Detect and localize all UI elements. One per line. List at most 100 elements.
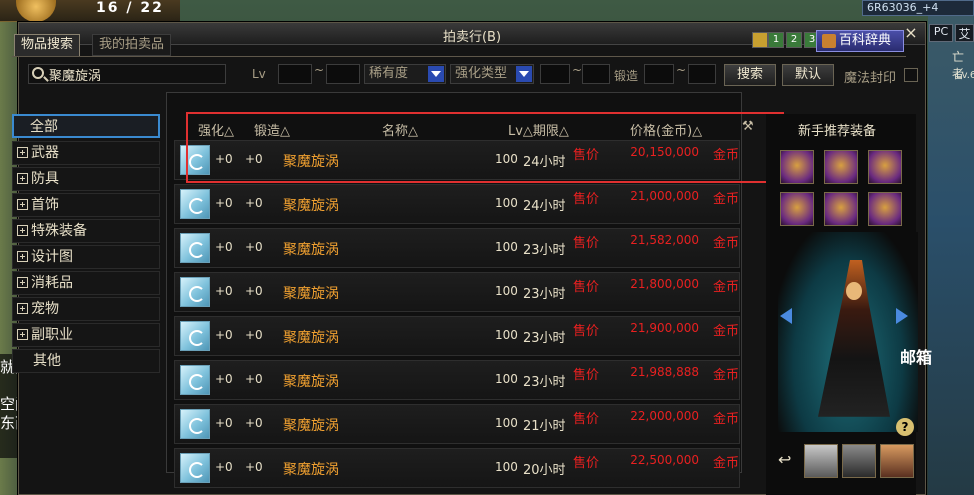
- item-level: 100: [495, 152, 518, 166]
- magic-seal-label: 魔法封印: [844, 71, 897, 86]
- equip-slot-icon[interactable]: [780, 150, 814, 184]
- price-value: 22,500,000: [630, 453, 699, 467]
- equip-slot-icon[interactable]: [824, 192, 858, 226]
- help-icon[interactable]: ?: [896, 418, 914, 436]
- lv-max-input[interactable]: [326, 64, 360, 84]
- strengthen-value: +0: [215, 284, 233, 298]
- pc-tag[interactable]: PC: [929, 24, 953, 42]
- header-strengthen[interactable]: 强化△: [198, 120, 234, 139]
- forge-value: +0: [245, 416, 263, 430]
- currency-label: 金币: [713, 236, 740, 251]
- price-tag: 售价: [573, 456, 600, 471]
- side-level: Lv.6: [956, 70, 974, 81]
- table-row[interactable]: +0 +0 聚魔旋涡 100 23小时 售价 21,900,000 金币: [174, 316, 740, 356]
- category-consumable[interactable]: 消耗品: [12, 271, 160, 295]
- upgrade-max-input[interactable]: [582, 64, 610, 84]
- strengthen-value: +0: [215, 416, 233, 430]
- category-special[interactable]: 特殊装备: [12, 219, 160, 243]
- category-label: 消耗品: [31, 275, 73, 291]
- ai-tag[interactable]: 艾: [955, 24, 974, 42]
- strengthen-value: +0: [215, 196, 233, 210]
- item-duration: 23小时: [523, 287, 566, 302]
- prev-arrow-icon[interactable]: [780, 308, 792, 324]
- currency-label: 金币: [713, 280, 740, 295]
- rarity-label: 稀有度: [369, 66, 409, 81]
- close-button[interactable]: ×: [903, 25, 919, 41]
- category-other[interactable]: 其他: [12, 349, 160, 373]
- next-arrow-icon[interactable]: [896, 308, 908, 324]
- currency-label: 金币: [713, 324, 740, 339]
- forge-value: +0: [245, 240, 263, 254]
- category-weapon[interactable]: 武器: [12, 141, 160, 165]
- tab-item-search[interactable]: 物品搜索: [14, 34, 81, 56]
- equip-slot-icon[interactable]: [824, 150, 858, 184]
- rarity-dropdown[interactable]: 稀有度: [364, 64, 446, 84]
- price-value: 21,800,000: [630, 277, 699, 291]
- category-blueprint[interactable]: 设计图: [12, 245, 160, 269]
- equip-slot-icon[interactable]: [780, 192, 814, 226]
- item-level: 100: [495, 328, 518, 342]
- forge-min-input[interactable]: [644, 64, 674, 84]
- book-icon: [822, 34, 836, 48]
- reset-button[interactable]: 默认: [782, 64, 834, 86]
- mailbox-label: 邮箱: [900, 348, 933, 367]
- currency-label: 金币: [713, 368, 740, 383]
- page-2-button[interactable]: 2: [786, 32, 802, 48]
- search-input[interactable]: [49, 65, 221, 83]
- avatar[interactable]: [842, 444, 876, 478]
- expand-icon: [17, 277, 28, 288]
- category-accessory[interactable]: 首饰: [12, 193, 160, 217]
- upgrade-min-input[interactable]: [540, 64, 570, 84]
- header-forge[interactable]: 锻造△: [254, 120, 290, 139]
- table-row[interactable]: +0 +0 聚魔旋涡 100 24小时 售价 20,150,000 金币: [174, 140, 740, 180]
- category-subjob[interactable]: 副职业: [12, 323, 160, 347]
- item-duration: 20小时: [523, 463, 566, 478]
- strengthen-value: +0: [215, 240, 233, 254]
- price-value: 22,000,000: [630, 409, 699, 423]
- equip-slot-icon[interactable]: [868, 192, 902, 226]
- price-tag: 售价: [573, 236, 600, 251]
- price-value: 20,150,000: [630, 145, 699, 159]
- header-lv-period[interactable]: Lv△期限△: [508, 120, 569, 139]
- encyclopedia-button[interactable]: 百科辞典: [816, 30, 904, 52]
- forge-value: +0: [245, 372, 263, 386]
- magic-seal-checkbox[interactable]: [904, 68, 918, 82]
- return-icon[interactable]: ↩: [778, 450, 791, 469]
- forge-max-input[interactable]: [688, 64, 716, 84]
- header-name[interactable]: 名称△: [382, 120, 418, 139]
- forge-range-tilde: ~: [676, 63, 687, 77]
- forge-value: +0: [245, 460, 263, 474]
- search-button[interactable]: 搜索: [724, 64, 776, 86]
- table-row[interactable]: +0 +0 聚魔旋涡 100 21小时 售价 22,000,000 金币: [174, 404, 740, 444]
- page-1-button[interactable]: 1: [768, 32, 784, 48]
- upgrade-type-dropdown[interactable]: 强化类型: [450, 64, 534, 84]
- table-row[interactable]: +0 +0 聚魔旋涡 100 24小时 售价 21,000,000 金币: [174, 184, 740, 224]
- table-row[interactable]: +0 +0 聚魔旋涡 100 23小时 售价 21,582,000 金币: [174, 228, 740, 268]
- avatar[interactable]: [880, 444, 914, 478]
- equip-slot-icon[interactable]: [868, 150, 902, 184]
- category-all[interactable]: 全部: [12, 114, 160, 138]
- category-pet[interactable]: 宠物: [12, 297, 160, 321]
- currency-label: 金币: [713, 192, 740, 207]
- currency-label: 金币: [713, 148, 740, 163]
- category-armor[interactable]: 防具: [12, 167, 160, 191]
- category-label: 设计图: [31, 249, 73, 265]
- currency-label: 金币: [713, 412, 740, 427]
- hammer-icon[interactable]: ⚒: [742, 119, 754, 134]
- save-icon[interactable]: [752, 32, 768, 48]
- player-portrait-icon: [16, 0, 56, 22]
- character-head: [846, 282, 862, 300]
- lv-min-input[interactable]: [278, 64, 312, 84]
- table-row[interactable]: +0 +0 聚魔旋涡 100 23小时 售价 21,800,000 金币: [174, 272, 740, 312]
- strengthen-value: +0: [215, 372, 233, 386]
- table-row[interactable]: +0 +0 聚魔旋涡 100 20小时 售价 22,500,000 金币: [174, 448, 740, 488]
- currency-label: 金币: [713, 456, 740, 471]
- avatar[interactable]: [804, 444, 838, 478]
- tab-my-auctions[interactable]: 我的拍卖品: [92, 34, 172, 56]
- category-label: 武器: [31, 145, 59, 161]
- price-tag: 售价: [573, 412, 600, 427]
- search-box[interactable]: [28, 64, 226, 84]
- header-price[interactable]: 价格(金币)△: [630, 120, 702, 139]
- item-duration: 24小时: [523, 155, 566, 170]
- table-row[interactable]: +0 +0 聚魔旋涡 100 23小时 售价 21,988,888 金币: [174, 360, 740, 400]
